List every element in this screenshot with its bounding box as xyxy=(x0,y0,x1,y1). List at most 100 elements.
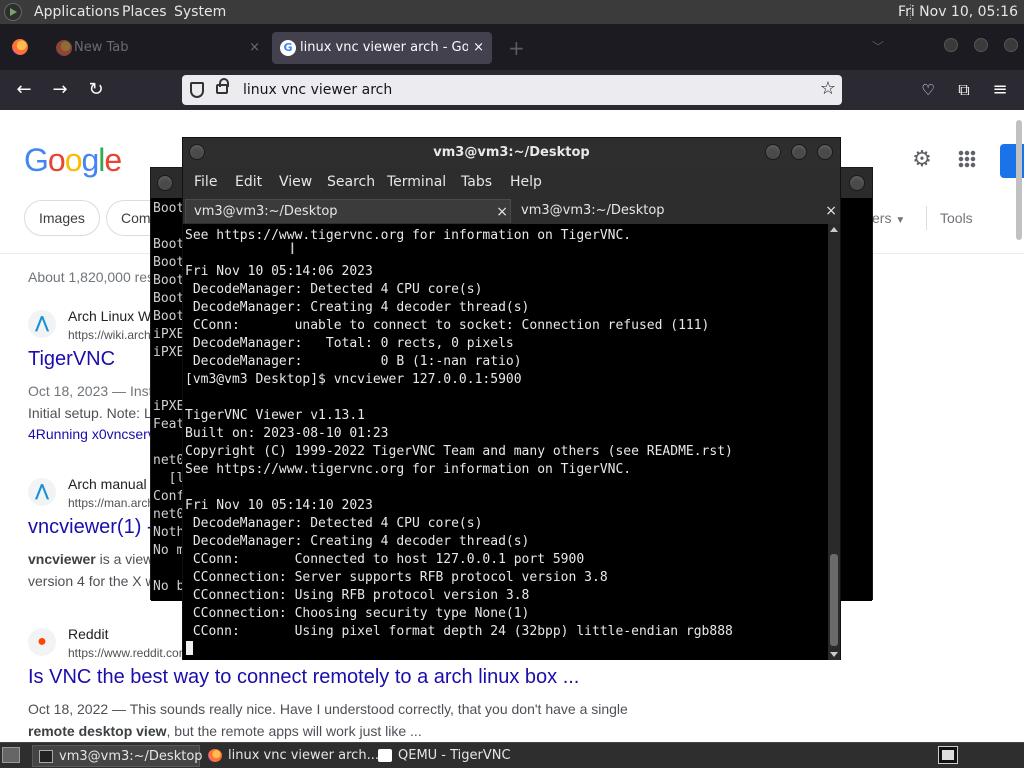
chip-images[interactable]: Images xyxy=(24,200,100,236)
result-snippet: vncviewer is a view xyxy=(28,548,153,570)
menu-help[interactable]: Help xyxy=(510,173,542,191)
result-title[interactable]: vncviewer(1) - xyxy=(28,516,154,539)
forward-arrow-icon[interactable]: → xyxy=(48,78,72,102)
result-url[interactable]: https://man.arch xyxy=(68,496,154,510)
terminal-menubar: File Edit View Search Terminal Tabs Help xyxy=(183,168,840,196)
extensions-icon[interactable]: ⧉ xyxy=(952,78,976,102)
scroll-down-arrow-icon[interactable] xyxy=(830,652,838,657)
settings-gear-icon[interactable]: ⚙ xyxy=(910,148,934,172)
distro-logo-icon[interactable] xyxy=(4,3,22,21)
terminal-line: Built on: 2023-08-10 01:23 xyxy=(185,426,389,441)
result-url[interactable]: https://www.reddit.com xyxy=(68,646,189,660)
tools-button[interactable]: Tools xyxy=(940,210,973,226)
scrollbar-thumb[interactable] xyxy=(830,554,838,646)
workspace-switcher[interactable] xyxy=(938,746,958,764)
menu-places[interactable]: Places xyxy=(122,4,167,20)
terminal-line: DecodeManager: Total: 0 rects, 0 pixels xyxy=(185,336,514,351)
menu-edit[interactable]: Edit xyxy=(235,173,262,191)
terminal-line: iPXE xyxy=(153,345,185,360)
result-url[interactable]: https://wiki.arch xyxy=(68,328,151,342)
result-site-name[interactable]: Reddit xyxy=(68,626,108,642)
terminal-tab-2[interactable]: vm3@vm3:~/Desktop × xyxy=(513,199,839,223)
menu-search[interactable]: Search xyxy=(327,173,375,191)
lock-icon[interactable] xyxy=(216,78,229,94)
page-scrollbar[interactable] xyxy=(1016,120,1022,240)
terminal-line: CConn: Using pixel format depth 24 (32bp… xyxy=(185,624,733,639)
close-window-button[interactable] xyxy=(817,144,833,160)
menu-terminal[interactable]: Terminal xyxy=(387,173,446,191)
terminal-line: Boot xyxy=(153,237,185,252)
terminal-window[interactable]: vm3@vm3:~/Desktop File Edit View Search … xyxy=(182,137,841,660)
close-window-button[interactable] xyxy=(1004,38,1018,52)
terminal-line: iPXE xyxy=(153,327,185,342)
address-bar[interactable]: linux vnc viewer arch ☆ xyxy=(182,75,842,105)
back-arrow-icon[interactable]: ← xyxy=(12,78,36,102)
close-tab-icon[interactable]: × xyxy=(496,200,508,224)
task-firefox[interactable]: linux vnc viewer arch... xyxy=(202,745,379,767)
task-qemu-tigervnc[interactable]: QEMU - TigerVNC xyxy=(372,745,540,767)
result-snippet: remote desktop view, but the remote apps… xyxy=(28,720,422,742)
close-tab-icon[interactable]: × xyxy=(249,32,260,64)
result-date: Oct 18, 2023 — Inst xyxy=(28,383,153,399)
terminal-line: Fri Nov 10 05:14:06 2023 xyxy=(185,264,373,279)
terminal-line: Fri Nov 10 05:14:10 2023 xyxy=(185,498,373,513)
result-title[interactable]: TigerVNC xyxy=(28,348,115,371)
minimize-window-button[interactable] xyxy=(765,144,781,160)
menu-view[interactable]: View xyxy=(279,173,312,191)
all-filters-button[interactable]: ers ▼ xyxy=(872,210,905,226)
result-snippet-text: , but the remote apps will work just lik… xyxy=(166,723,422,739)
hamburger-menu-icon[interactable]: ≡ xyxy=(988,78,1012,102)
result-sublink[interactable]: 4Running x0vncserv xyxy=(28,426,155,442)
terminal-line: Boot xyxy=(153,291,185,306)
close-tab-icon[interactable]: × xyxy=(473,32,484,64)
maximize-window-button[interactable] xyxy=(974,38,988,52)
tab-label: vm3@vm3:~/Desktop xyxy=(194,204,338,219)
list-tabs-chevron-icon[interactable]: ﹀ xyxy=(872,38,884,55)
maximize-window-button[interactable] xyxy=(791,144,807,160)
url-text[interactable]: linux vnc viewer arch xyxy=(243,81,392,99)
show-desktop-icon[interactable] xyxy=(2,747,20,763)
terminal-scrollbar[interactable] xyxy=(828,224,840,660)
result-title[interactable]: Is VNC the best way to connect remotely … xyxy=(28,666,579,689)
tracking-protection-shield-icon[interactable] xyxy=(190,82,204,98)
result-snippet: Initial setup. Note: Li xyxy=(28,405,155,421)
task-terminal[interactable]: vm3@vm3:~/Desktop xyxy=(32,745,203,767)
terminal-line: Boot xyxy=(153,255,185,270)
google-apps-grid-icon[interactable] xyxy=(958,150,976,168)
window-menu-button[interactable] xyxy=(157,175,173,191)
qemu-icon xyxy=(378,749,392,762)
window-menu-button[interactable] xyxy=(189,144,205,160)
scroll-up-arrow-icon[interactable] xyxy=(830,227,838,232)
terminal-line: CConn: unable to connect to socket: Conn… xyxy=(185,318,710,333)
terminal-output[interactable]: See https://www.tigervnc.org for informa… xyxy=(183,224,828,660)
bookmark-star-icon[interactable]: ☆ xyxy=(820,78,836,100)
close-tab-icon[interactable]: × xyxy=(825,199,837,223)
result-site-name[interactable]: Arch Linux W xyxy=(68,308,151,324)
menu-file[interactable]: File xyxy=(194,173,217,191)
result-snippet-bold: remote desktop view xyxy=(28,723,167,739)
top-panel: Applications Places System Fri Nov 10, 0… xyxy=(0,0,1024,24)
google-logo-letter: o xyxy=(64,142,83,178)
menu-applications[interactable]: Applications xyxy=(34,4,120,20)
terminal-tab-bar: vm3@vm3:~/Desktop × vm3@vm3:~/Desktop × xyxy=(183,196,840,224)
terminal-tab-1[interactable]: vm3@vm3:~/Desktop × xyxy=(185,199,511,223)
google-logo-letter: e xyxy=(104,142,122,178)
tab-new-tab[interactable]: New Tab × xyxy=(46,32,268,64)
google-logo[interactable]: Google xyxy=(24,142,122,179)
reload-icon[interactable]: ↻ xyxy=(84,78,108,102)
terminal-line: Noth xyxy=(153,525,185,540)
firefox-view-icon[interactable] xyxy=(12,39,28,55)
menu-tabs[interactable]: Tabs xyxy=(461,173,492,191)
result-snippet-text: is a view xyxy=(95,551,154,567)
menu-system[interactable]: System xyxy=(174,4,226,20)
pocket-icon[interactable]: ♡ xyxy=(916,78,940,102)
tab-google-search[interactable]: G linux vnc viewer arch - Goog × xyxy=(272,32,492,64)
google-logo-letter: o xyxy=(47,142,66,178)
terminal-line: CConn: Connected to host 127.0.0.1 port … xyxy=(185,552,585,567)
minimize-window-button[interactable] xyxy=(944,38,958,52)
clock[interactable]: Fri Nov 10, 05:16 xyxy=(898,4,1018,20)
new-tab-button[interactable]: + xyxy=(508,36,525,60)
result-site-name[interactable]: Arch manual xyxy=(68,476,147,492)
close-window-button[interactable] xyxy=(849,175,865,191)
window-titlebar[interactable]: vm3@vm3:~/Desktop xyxy=(183,138,840,168)
